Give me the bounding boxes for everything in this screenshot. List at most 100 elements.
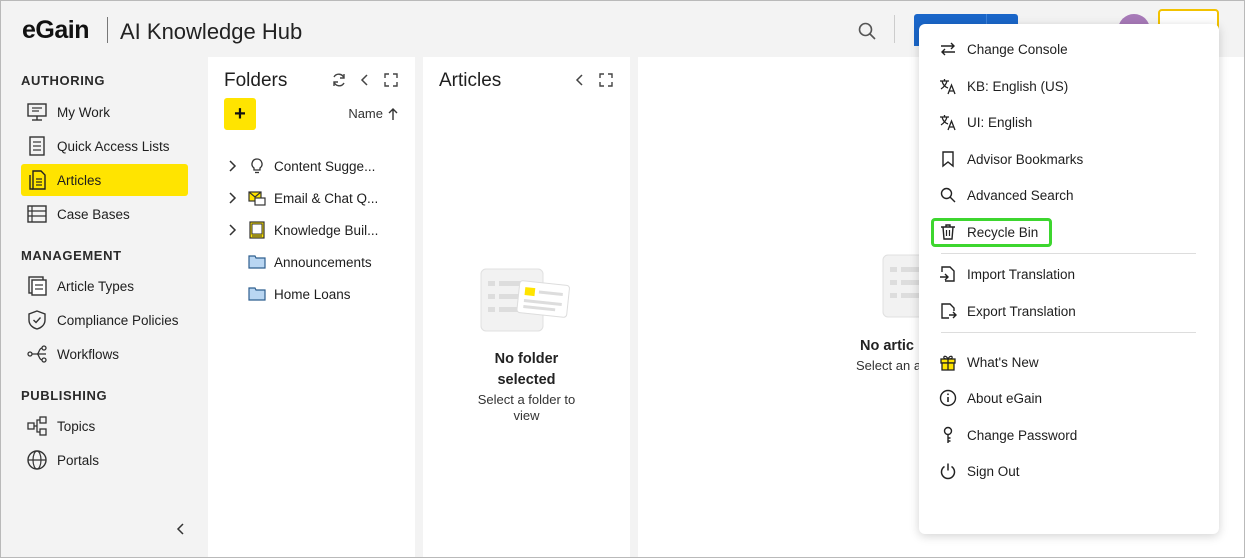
folder-label: Email & Chat Q...	[274, 190, 379, 206]
nav-section-management: MANAGEMENT	[21, 248, 122, 263]
sidebar-item-label: Workflows	[57, 346, 120, 362]
empty-folder-illustration	[480, 268, 570, 332]
menu-item-label: Advanced Search	[967, 187, 1074, 203]
menu-item-advanced-search[interactable]: Advanced Search	[939, 180, 1074, 210]
articles-icon	[29, 170, 46, 190]
folder-icon	[248, 287, 266, 301]
sidebar-item-article-types[interactable]: Article Types	[21, 270, 188, 302]
chevron-right-icon[interactable]	[224, 222, 240, 238]
menu-item-label: Advisor Bookmarks	[967, 151, 1084, 167]
sidebar-item-label: Topics	[57, 418, 96, 434]
menu-item-label: Recycle Bin	[967, 224, 1039, 240]
chevron-right-icon[interactable]	[224, 158, 240, 174]
sidebar-item-label: Case Bases	[57, 206, 130, 222]
collapse-sidebar-icon[interactable]	[173, 521, 189, 537]
case-bases-icon	[27, 205, 47, 223]
empty-state-subtitle: Select an a	[856, 358, 922, 373]
menu-item-label: Change Password	[967, 427, 1078, 443]
translate-icon	[940, 79, 956, 95]
translate-icon	[940, 115, 956, 131]
empty-state-title: No artic	[860, 338, 914, 354]
gift-icon	[940, 355, 956, 371]
import-icon	[940, 266, 955, 282]
info-icon	[939, 389, 957, 407]
folder-tree-item[interactable]: Home Loans	[224, 282, 414, 306]
menu-item-label: Export Translation	[967, 303, 1076, 319]
search-icon[interactable]	[857, 21, 877, 41]
sidebar-item-compliance-policies[interactable]: Compliance Policies	[21, 304, 188, 336]
menu-item-sign-out[interactable]: Sign Out	[939, 456, 1020, 486]
folders-title: Folders	[224, 70, 288, 91]
sidebar-item-label: Article Types	[57, 278, 135, 294]
folder-icon	[248, 255, 266, 269]
menu-item-ui-language[interactable]: UI: English	[939, 107, 1032, 137]
expand-panel-icon[interactable]	[383, 72, 399, 88]
workflow-icon	[27, 345, 47, 363]
menu-divider	[941, 253, 1196, 254]
collapse-panel-icon[interactable]	[572, 72, 588, 88]
menu-item-kb-language[interactable]: KB: English (US)	[939, 71, 1068, 101]
email-chat-icon	[248, 191, 266, 206]
sidebar-item-label: Compliance Policies	[57, 312, 179, 328]
lightbulb-icon	[251, 158, 263, 174]
menu-item-label: What's New	[967, 354, 1039, 370]
sidebar-item-label: Portals	[57, 452, 100, 468]
collapse-panel-icon[interactable]	[357, 72, 373, 88]
logo: eGain	[22, 16, 89, 44]
refresh-icon[interactable]	[331, 72, 347, 88]
search-icon	[940, 187, 956, 203]
folder-label: Knowledge Buil...	[274, 222, 379, 238]
expand-panel-icon[interactable]	[598, 72, 614, 88]
article-types-icon	[28, 276, 47, 296]
menu-item-about-egain[interactable]: About eGain	[939, 383, 1042, 413]
sidebar-item-workflows[interactable]: Workflows	[21, 338, 188, 370]
sidebar: AUTHORING My Work Quick Access Lists Art…	[1, 57, 207, 557]
app-title: AI Knowledge Hub	[120, 19, 303, 44]
menu-item-change-password[interactable]: Change Password	[939, 420, 1077, 450]
sidebar-item-portals[interactable]: Portals	[21, 444, 188, 476]
chevron-right-icon[interactable]	[224, 190, 240, 206]
empty-state-subtitle: Select a folder to view	[477, 392, 576, 423]
nav-section-publishing: PUBLISHING	[21, 388, 108, 403]
folders-panel: Folders + Name Content Sugge... Email & …	[208, 57, 415, 557]
sidebar-item-label: My Work	[57, 104, 110, 120]
user-dropdown-menu: Change Console KB: English (US) UI: Engl…	[919, 24, 1219, 534]
bookmark-icon	[942, 151, 954, 168]
menu-item-advisor-bookmarks[interactable]: Advisor Bookmarks	[939, 144, 1083, 174]
menu-item-label: Import Translation	[967, 266, 1076, 282]
folder-tree-item[interactable]: Announcements	[224, 250, 414, 274]
folder-label: Announcements	[274, 254, 372, 270]
export-icon	[941, 303, 957, 319]
menu-divider	[941, 332, 1196, 333]
topics-icon	[27, 416, 47, 436]
sidebar-item-topics[interactable]: Topics	[21, 410, 188, 442]
knowledge-base-icon	[249, 221, 265, 239]
folder-tree-item[interactable]: Knowledge Buil...	[224, 218, 414, 242]
trash-icon	[941, 224, 955, 240]
add-folder-button[interactable]: +	[224, 98, 256, 130]
menu-item-change-console[interactable]: Change Console	[939, 34, 1068, 64]
menu-item-label: UI: English	[967, 114, 1033, 130]
sidebar-item-articles[interactable]: Articles	[21, 164, 188, 196]
swap-icon	[941, 42, 955, 56]
key-icon	[943, 426, 953, 443]
menu-item-whats-new[interactable]: What's New	[939, 347, 1039, 377]
folder-label: Home Loans	[274, 286, 351, 302]
monitor-icon	[27, 103, 47, 121]
sort-by-name-button[interactable]: Name	[348, 106, 399, 121]
menu-item-export-translation[interactable]: Export Translation	[939, 296, 1076, 326]
empty-state-title: No folder selected	[494, 351, 559, 388]
menu-item-label: Change Console	[967, 41, 1068, 57]
folder-label: Content Sugge...	[274, 158, 376, 174]
sidebar-item-quick-access-lists[interactable]: Quick Access Lists	[21, 130, 188, 162]
sidebar-item-label: Articles	[57, 172, 102, 188]
sidebar-item-my-work[interactable]: My Work	[21, 96, 188, 128]
sidebar-item-case-bases[interactable]: Case Bases	[21, 198, 188, 230]
nav-section-authoring: AUTHORING	[21, 73, 106, 88]
menu-item-recycle-bin[interactable]: Recycle Bin	[939, 217, 1038, 247]
shield-icon	[28, 310, 46, 330]
folder-tree-item[interactable]: Email & Chat Q...	[224, 186, 414, 210]
folder-tree-item[interactable]: Content Sugge...	[224, 154, 414, 178]
menu-item-import-translation[interactable]: Import Translation	[939, 259, 1075, 289]
logo-separator	[107, 17, 108, 43]
